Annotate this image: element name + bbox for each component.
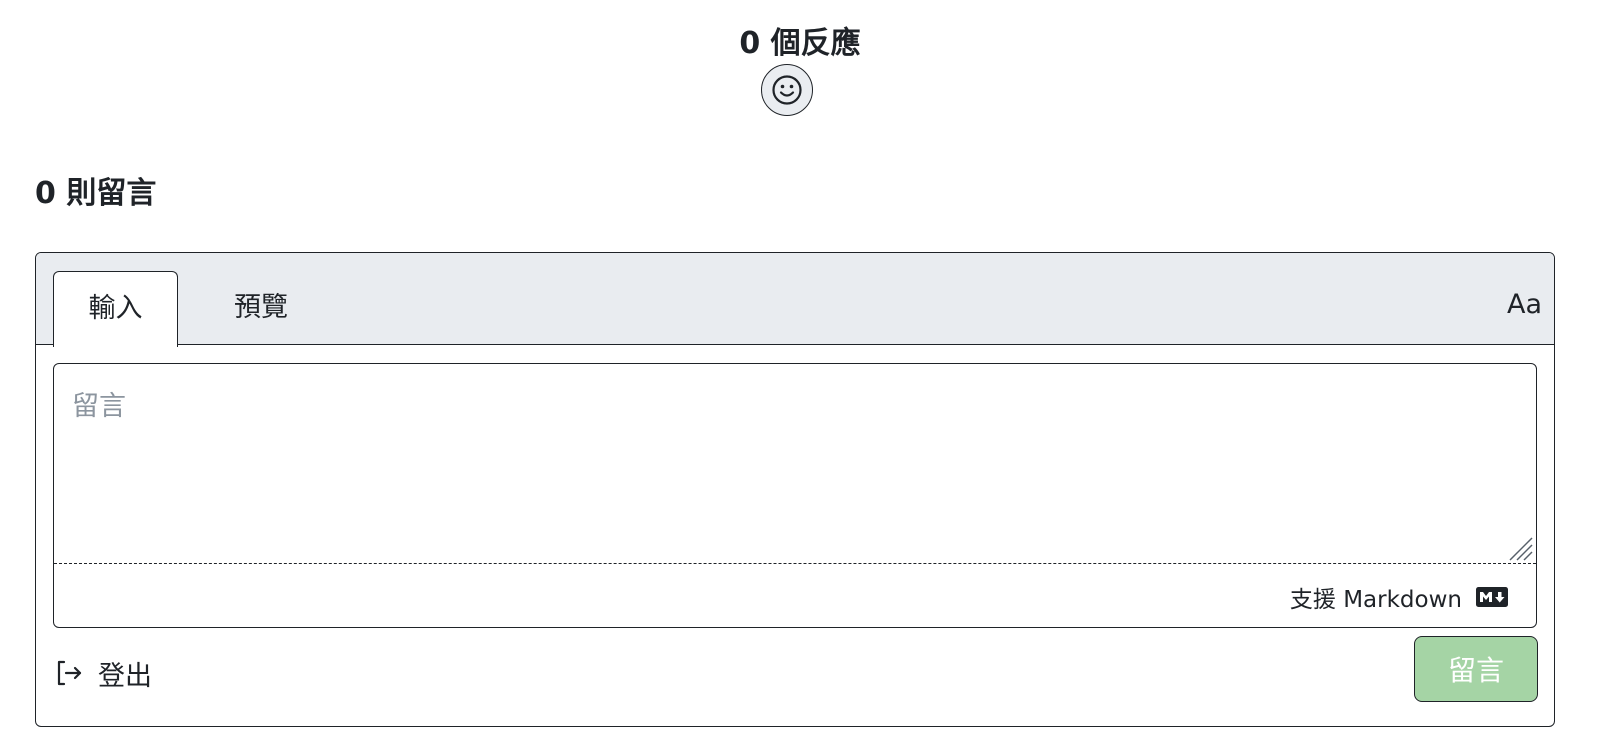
smiley-icon [772,75,802,105]
reactions-section: 0 個反應 [0,20,1600,68]
logout-label: 登出 [98,660,152,692]
reactions-count-title: 0 個反應 [739,26,861,61]
comment-input-box: 支援 Markdown [53,363,1537,628]
submit-comment-button[interactable]: 留言 [1414,636,1538,702]
resize-handle-icon[interactable] [1506,534,1534,562]
logout-button[interactable]: 登出 [54,648,152,698]
tab-preview[interactable]: 預覽 [206,271,316,345]
tab-write[interactable]: 輸入 [53,271,178,347]
comment-textarea[interactable] [54,364,1536,564]
font-toggle-button[interactable]: Aa [1507,285,1542,325]
markdown-icon[interactable] [1476,587,1508,607]
add-reaction-button[interactable] [761,64,813,116]
comments-count-title: 0 則留言 [35,176,157,211]
comment-editor: 輸入 預覽 Aa 支援 Markdown 登出 [35,252,1555,727]
editor-header: 輸入 預覽 Aa [36,253,1554,347]
markdown-hint-label: 支援 Markdown [1289,587,1462,613]
sign-out-icon [57,660,82,686]
markdown-hint: 支援 Markdown [1290,577,1508,617]
